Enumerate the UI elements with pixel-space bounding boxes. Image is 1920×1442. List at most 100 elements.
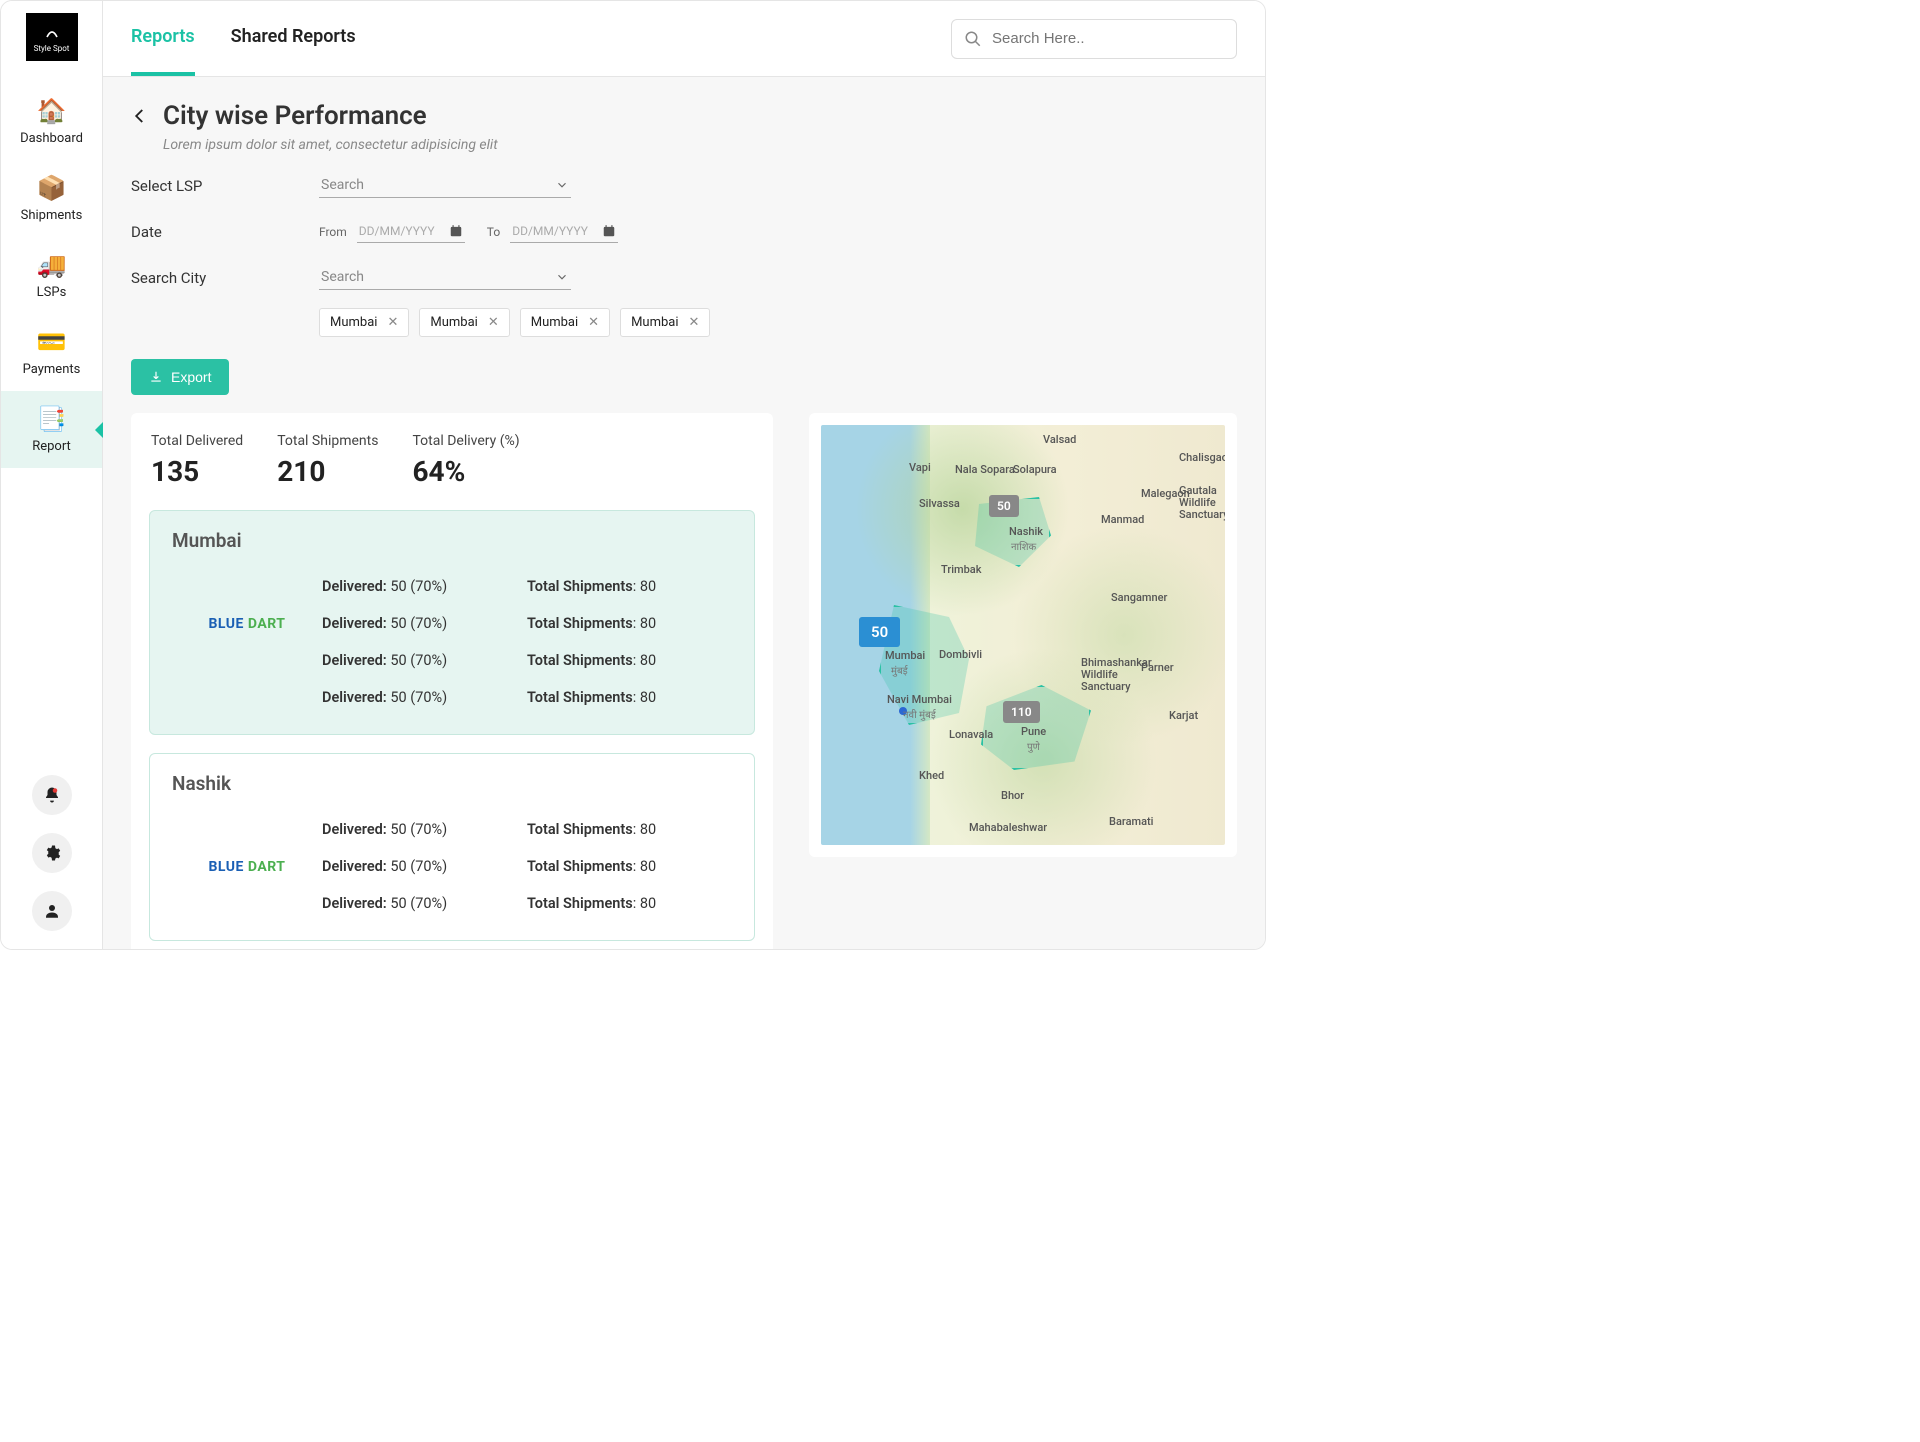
search-input[interactable]: [992, 30, 1224, 47]
map-label: नवी मुंबई: [903, 707, 936, 721]
notifications-button[interactable]: [32, 775, 72, 815]
carrier-row: BLUE DART Delivered: 50 (70%) Total Ship…: [172, 848, 732, 885]
map-label: नाशिक: [1011, 539, 1036, 553]
sidebar-item-label: Dashboard: [20, 131, 83, 146]
carrier-row: BLUE DART Delivered: 50 (70%) Total Ship…: [172, 679, 732, 716]
map-label: Mahabaleshwar: [969, 821, 1047, 834]
map-label: Nala Sopara: [955, 463, 1015, 476]
brand-logo: Style Spot: [26, 13, 78, 61]
home-icon: 🏠: [37, 97, 67, 125]
search-icon: [964, 30, 982, 48]
remove-chip-icon[interactable]: ✕: [387, 315, 398, 330]
page-title: City wise Performance: [163, 101, 498, 131]
from-label: From: [319, 225, 347, 239]
profile-button[interactable]: [32, 891, 72, 931]
map[interactable]: 50 50 110 Valsad Vapi Silvassa Nashik ना…: [821, 425, 1225, 845]
city-card-nashik: Nashik BLUE DART Delivered: 50 (70%) Tot…: [149, 753, 755, 941]
map-label: Karjat: [1169, 709, 1198, 722]
map-label: Mumbai: [885, 649, 925, 662]
summary-delivered: Total Delivered 135: [151, 433, 243, 488]
sidebar: Style Spot 🏠 Dashboard 📦 Shipments 🚚 LSP…: [1, 1, 103, 949]
map-label: Dombivli: [939, 648, 982, 661]
tab-reports[interactable]: Reports: [131, 1, 195, 76]
remove-chip-icon[interactable]: ✕: [488, 315, 499, 330]
city-name: Nashik: [172, 772, 732, 795]
map-label: Bhor: [1001, 789, 1024, 802]
map-badge-nashik[interactable]: 50: [989, 495, 1019, 517]
download-icon: [149, 370, 163, 384]
carrier-row: BLUE DART Delivered: 50 (70%) Total Ship…: [172, 811, 732, 848]
calendar-icon: [602, 224, 616, 238]
map-label: Gautala Wildlife Sanctuary: [1179, 485, 1225, 521]
report-icon: 📑: [37, 405, 67, 433]
to-label: To: [487, 225, 500, 239]
page-subtitle: Lorem ipsum dolor sit amet, consectetur …: [163, 137, 498, 153]
sidebar-item-payments[interactable]: 💳 Payments: [1, 314, 102, 391]
card-icon: 💳: [37, 328, 67, 356]
chevron-down-icon: [555, 270, 569, 284]
map-label: Baramati: [1109, 815, 1153, 828]
carrier-row: BLUE DART Delivered: 50 (70%) Total Ship…: [172, 568, 732, 605]
truck-icon: 🚚: [37, 251, 67, 279]
map-panel: 50 50 110 Valsad Vapi Silvassa Nashik ना…: [809, 413, 1237, 857]
results-panel: Total Delivered 135 Total Shipments 210 …: [131, 413, 773, 949]
sidebar-item-label: Report: [32, 439, 71, 454]
city-select[interactable]: Search: [319, 265, 571, 290]
map-label: Pune: [1021, 725, 1046, 738]
map-label: Nashik: [1009, 525, 1043, 538]
summary-row: Total Delivered 135 Total Shipments 210 …: [149, 433, 755, 488]
city-chip: Mumbai ✕: [419, 308, 509, 337]
remove-chip-icon[interactable]: ✕: [588, 315, 599, 330]
map-badge-mumbai[interactable]: 50: [859, 617, 900, 647]
filters: Select LSP Search Date From DD/MM/YYYY: [131, 173, 1237, 337]
lsp-select[interactable]: Search: [319, 173, 571, 198]
summary-delivery-pct: Total Delivery (%) 64%: [412, 433, 519, 488]
selected-cities: Mumbai ✕ Mumbai ✕ Mumbai ✕ Mumbai ✕: [319, 308, 1237, 337]
topbar: Reports Shared Reports: [103, 1, 1265, 77]
package-icon: 📦: [37, 174, 67, 202]
map-label: Sangamner: [1111, 591, 1167, 604]
map-label: Lonavala: [949, 728, 993, 741]
map-label: Trimbak: [941, 563, 981, 576]
gear-icon: [43, 844, 61, 862]
chevron-down-icon: [555, 178, 569, 192]
date-label: Date: [131, 223, 319, 241]
export-button[interactable]: Export: [131, 359, 229, 395]
city-name: Mumbai: [172, 529, 732, 552]
city-chip: Mumbai ✕: [620, 308, 710, 337]
carrier-row: BLUE DART Delivered: 50 (70%) Total Ship…: [172, 642, 732, 679]
map-label: Navi Mumbai: [887, 693, 952, 706]
chevron-left-icon: [131, 107, 149, 125]
sidebar-item-shipments[interactable]: 📦 Shipments: [1, 160, 102, 237]
carrier-row: BLUE DART Delivered: 50 (70%) Total Ship…: [172, 605, 732, 642]
map-label: Solapura: [1013, 463, 1057, 476]
user-icon: [43, 902, 61, 920]
map-label: Silvassa: [919, 497, 960, 510]
content: City wise Performance Lorem ipsum dolor …: [103, 77, 1265, 949]
city-chip: Mumbai ✕: [319, 308, 409, 337]
map-label: पुणे: [1027, 739, 1040, 753]
sidebar-item-label: Payments: [23, 362, 81, 377]
sidebar-item-report[interactable]: 📑 Report: [1, 391, 102, 468]
city-label: Search City: [131, 269, 319, 287]
map-label: Vapi: [909, 461, 931, 474]
global-search[interactable]: [951, 19, 1237, 59]
carrier-logo: BLUE DART: [172, 616, 322, 632]
settings-button[interactable]: [32, 833, 72, 873]
carrier-logo: BLUE DART: [172, 859, 322, 875]
tabs: Reports Shared Reports: [131, 1, 356, 76]
map-label: Manmad: [1101, 513, 1144, 526]
sidebar-item-dashboard[interactable]: 🏠 Dashboard: [1, 83, 102, 160]
back-button[interactable]: [131, 101, 149, 129]
sidebar-item-label: LSPs: [37, 285, 67, 300]
lsp-label: Select LSP: [131, 177, 319, 195]
map-badge-pune[interactable]: 110: [1003, 701, 1040, 723]
carrier-row: BLUE DART Delivered: 50 (70%) Total Ship…: [172, 885, 732, 922]
sidebar-item-lsps[interactable]: 🚚 LSPs: [1, 237, 102, 314]
map-label: Bhimashankar Wildlife Sanctuary: [1081, 657, 1151, 693]
city-chip: Mumbai ✕: [520, 308, 610, 337]
tab-shared-reports[interactable]: Shared Reports: [231, 1, 356, 76]
date-from-input[interactable]: DD/MM/YYYY: [357, 220, 465, 243]
remove-chip-icon[interactable]: ✕: [689, 315, 700, 330]
date-to-input[interactable]: DD/MM/YYYY: [510, 220, 618, 243]
